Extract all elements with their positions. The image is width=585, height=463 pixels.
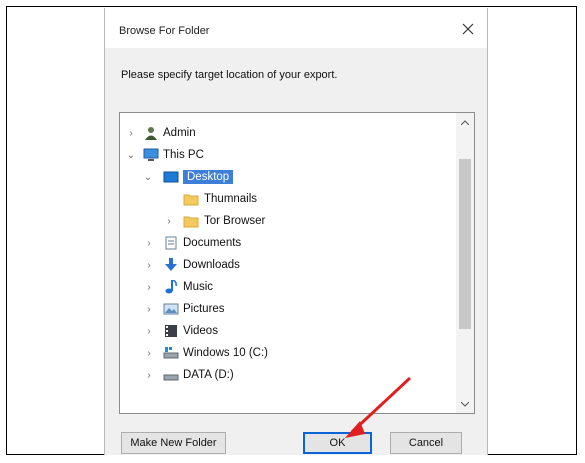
- tree-item-admin[interactable]: › Admin: [120, 122, 450, 144]
- expand-chevron-icon[interactable]: ›: [126, 128, 136, 139]
- scroll-up-button[interactable]: [456, 113, 474, 131]
- tree-item-label: Downloads: [183, 259, 240, 271]
- tree-item-label: Music: [183, 281, 214, 293]
- tree-item-label: This PC: [163, 149, 204, 161]
- scroll-down-button[interactable]: [456, 395, 474, 413]
- desktop-folder-icon: [163, 171, 179, 183]
- expand-chevron-icon[interactable]: ›: [144, 370, 154, 381]
- title-bar: Browse For Folder: [105, 8, 487, 48]
- tree-item-downloads[interactable]: › Downloads: [120, 254, 450, 276]
- cancel-button[interactable]: Cancel: [390, 432, 462, 454]
- tree-item-desktop[interactable]: ⌄ Desktop: [120, 166, 450, 188]
- videos-icon: [165, 325, 177, 337]
- make-new-folder-button[interactable]: Make New Folder: [121, 432, 226, 454]
- expand-chevron-icon[interactable]: ›: [144, 260, 154, 271]
- tree-item-label: Thumnails: [204, 193, 258, 205]
- pictures-icon: [163, 303, 179, 315]
- computer-icon: [143, 148, 159, 161]
- tree-item-tor-browser[interactable]: › Tor Browser: [120, 210, 450, 232]
- music-icon: [165, 280, 177, 294]
- tree-item-music[interactable]: › Music: [120, 276, 450, 298]
- downloads-icon: [165, 258, 177, 271]
- expand-chevron-icon[interactable]: ›: [144, 304, 154, 315]
- collapse-chevron-icon[interactable]: ⌄: [143, 172, 153, 183]
- folder-tree[interactable]: › Admin ⌄ This PC ⌄ Desktop Thumnails › …: [119, 112, 475, 414]
- expand-chevron-icon[interactable]: ›: [144, 238, 154, 249]
- chevron-up-icon: [461, 119, 469, 125]
- folder-icon: [183, 194, 199, 206]
- tree-item-label: Videos: [183, 325, 218, 337]
- scrollbar-thumb[interactable]: [459, 159, 471, 329]
- tree-item-pictures[interactable]: › Pictures: [120, 298, 450, 320]
- folder-icon: [183, 216, 199, 228]
- dialog-title: Browse For Folder: [119, 25, 210, 37]
- tree-item-videos[interactable]: › Videos: [120, 320, 450, 342]
- close-icon: [462, 23, 474, 35]
- background-area: [7, 7, 103, 454]
- tree-item-label: DATA (D:): [183, 369, 234, 381]
- tree-item-label: Pictures: [183, 303, 225, 315]
- tree-item-documents[interactable]: › Documents: [120, 232, 450, 254]
- tree-item-this-pc[interactable]: ⌄ This PC: [120, 144, 450, 166]
- instruction-text: Please specify target location of your e…: [121, 69, 338, 81]
- expand-chevron-icon[interactable]: ›: [144, 326, 154, 337]
- tree-item-label: Tor Browser: [204, 215, 266, 227]
- windows-drive-icon: [163, 347, 179, 359]
- tree-item-label: Admin: [163, 127, 196, 139]
- chevron-down-icon: [461, 401, 469, 407]
- browse-for-folder-dialog: Browse For Folder Please specify target …: [104, 8, 488, 455]
- tree-item-data-drive[interactable]: › DATA (D:): [120, 364, 450, 386]
- tree-item-label: Windows 10 (C:): [183, 347, 268, 359]
- user-icon: [145, 127, 157, 140]
- expand-chevron-icon[interactable]: ›: [164, 216, 174, 227]
- tree-item-label: Documents: [183, 237, 242, 249]
- tree-item-thumnails[interactable]: Thumnails: [120, 188, 450, 210]
- documents-icon: [165, 236, 177, 250]
- drive-icon: [163, 374, 179, 381]
- collapse-chevron-icon[interactable]: ⌄: [126, 150, 136, 161]
- vertical-scrollbar[interactable]: [456, 113, 474, 413]
- close-button[interactable]: [455, 16, 481, 42]
- tree-item-label: Desktop: [183, 170, 234, 184]
- tree-item-windows-drive[interactable]: › Windows 10 (C:): [120, 342, 450, 364]
- expand-chevron-icon[interactable]: ›: [144, 348, 154, 359]
- expand-chevron-icon[interactable]: ›: [144, 282, 154, 293]
- ok-button[interactable]: OK: [303, 432, 372, 454]
